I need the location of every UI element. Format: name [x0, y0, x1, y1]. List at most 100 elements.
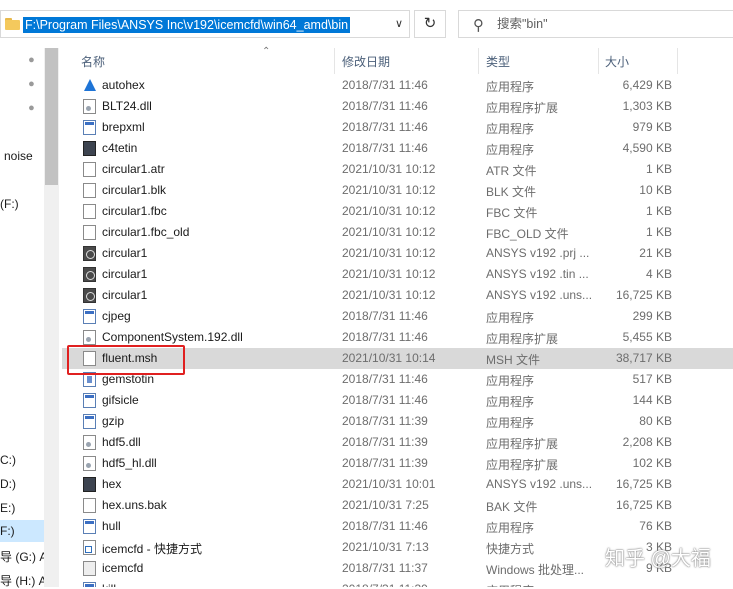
column-date[interactable]: 修改日期	[342, 53, 390, 70]
file-name: icemcfd - 快捷方式	[102, 542, 203, 556]
search-icon: ⚲	[473, 17, 484, 34]
app-file-icon	[83, 309, 96, 324]
file-row[interactable]: hdf5_hl.dll 2018/7/31 11:39 应用程序扩展 102 KB	[62, 453, 733, 474]
file-size: 979 KB	[632, 120, 672, 134]
file-date: 2018/7/31 11:46	[342, 309, 428, 323]
nav-item-d-drive[interactable]: D:)	[0, 477, 16, 491]
file-row[interactable]: autohex 2018/7/31 11:46 应用程序 6,429 KB	[62, 75, 733, 96]
file-date: 2018/7/31 11:37	[342, 561, 428, 575]
navigation-pane: ● ● ● noise (F:) C:) D:) E:) F:) 导 (G:) …	[0, 48, 62, 588]
dll-file-icon	[83, 330, 96, 345]
file-row[interactable]: gifsicle 2018/7/31 11:46 应用程序 144 KB	[62, 390, 733, 411]
ansys-file-icon	[83, 267, 96, 282]
file-row[interactable]: BLT24.dll 2018/7/31 11:46 应用程序扩展 1,303 KB	[62, 96, 733, 117]
file-row[interactable]: circular1.atr 2021/10/31 10:12 ATR 文件 1 KB	[62, 159, 733, 180]
file-row[interactable]: c4tetin 2018/7/31 11:46 应用程序 4,590 KB	[62, 138, 733, 159]
file-size: 1 KB	[645, 225, 672, 239]
file-row[interactable]: circular1.fbc_old 2021/10/31 10:12 FBC_OLD…	[62, 222, 733, 243]
file-row[interactable]: hdf5.dll 2018/7/31 11:39 应用程序扩展 2,208 KB	[62, 432, 733, 453]
dark-file-icon	[83, 477, 96, 492]
file-date: 2021/10/31 10:12	[342, 267, 436, 281]
file-type: 应用程序扩展	[486, 332, 559, 346]
file-size: 16,725 KB	[615, 498, 672, 512]
dll-file-icon	[83, 99, 96, 114]
file-row[interactable]: circular1 2021/10/31 10:12 ANSYS v192 .tin…	[62, 264, 733, 285]
file-name: gzip	[102, 414, 125, 428]
nav-item-c-drive[interactable]: C:)	[0, 453, 16, 467]
file-type: 应用程序	[486, 521, 535, 535]
column-divider[interactable]	[334, 48, 335, 74]
dll-file-icon	[83, 435, 96, 450]
column-divider[interactable]	[478, 48, 479, 74]
file-list: autohex 2018/7/31 11:46 应用程序 6,429 KB BLT24.…	[62, 75, 733, 587]
file-row[interactable]: kill 2018/7/31 11:39 应用程序	[62, 579, 733, 587]
pin-icon: ●	[24, 77, 38, 91]
doc-file-icon	[83, 498, 96, 513]
file-name: BLT24.dll	[102, 99, 152, 113]
file-name: circular1	[102, 288, 148, 302]
file-size: 517 KB	[632, 372, 672, 386]
file-type: FBC 文件	[486, 206, 538, 220]
file-row[interactable]: circular1.blk 2021/10/31 10:12 BLK 文件 10 KB	[62, 180, 733, 201]
file-row[interactable]: circular1 2021/10/31 10:12 ANSYS v192 .uns…	[62, 285, 733, 306]
address-bar[interactable]: F:\Program Files\ANSYS Inc\v192\icemcfd\…	[0, 10, 410, 38]
highlight-annotation	[67, 345, 185, 375]
file-name: cjpeg	[102, 309, 131, 323]
file-type: FBC_OLD 文件	[486, 227, 569, 241]
nav-item-noise[interactable]: noise	[4, 149, 33, 163]
file-row[interactable]: brepxml 2018/7/31 11:46 应用程序 979 KB	[62, 117, 733, 138]
file-size: 144 KB	[632, 393, 672, 407]
file-row[interactable]: hull 2018/7/31 11:46 应用程序 76 KB	[62, 516, 733, 537]
file-name: hull	[102, 519, 121, 533]
file-date: 2021/10/31 10:12	[342, 246, 436, 260]
app-file-icon	[83, 393, 96, 408]
doc-file-icon	[83, 204, 96, 219]
chevron-down-icon[interactable]: ∨	[395, 17, 403, 30]
column-type[interactable]: 类型	[486, 53, 510, 70]
file-type: 应用程序	[486, 80, 535, 94]
file-type: ATR 文件	[486, 164, 537, 178]
search-box[interactable]: ⚲	[458, 10, 733, 38]
file-date: 2018/7/31 11:46	[342, 519, 428, 533]
dll-file-icon	[83, 456, 96, 471]
file-date: 2018/7/31 11:39	[342, 435, 428, 449]
pin-icon: ●	[24, 101, 38, 115]
toolbar: F:\Program Files\ANSYS Inc\v192\icemcfd\…	[0, 0, 733, 48]
file-name: autohex	[102, 78, 145, 92]
app-file-icon	[83, 120, 96, 135]
column-name[interactable]: 名称	[81, 53, 105, 70]
column-size[interactable]: 大小	[605, 53, 629, 70]
file-size: 6,429 KB	[622, 78, 672, 92]
file-name: brepxml	[102, 120, 145, 134]
batch-file-icon	[83, 561, 96, 576]
column-divider[interactable]	[677, 48, 678, 74]
file-row[interactable]: hex 2021/10/31 10:01 ANSYS v192 .uns... 16,…	[62, 474, 733, 495]
column-header: ⌃ 名称 修改日期 类型 大小	[62, 46, 733, 74]
file-row[interactable]: hex.uns.bak 2021/10/31 7:25 BAK 文件 16,725 K…	[62, 495, 733, 516]
file-size: 1 KB	[645, 204, 672, 218]
file-row[interactable]: circular1.fbc 2021/10/31 10:12 FBC 文件 1 KB	[62, 201, 733, 222]
file-row[interactable]: cjpeg 2018/7/31 11:46 应用程序 299 KB	[62, 306, 733, 327]
shortcut-file-icon	[83, 540, 96, 555]
nav-item-e-drive[interactable]: E:)	[0, 501, 15, 515]
file-name: ComponentSystem.192.dll	[102, 330, 243, 344]
autohex-file-icon	[83, 78, 96, 93]
column-divider[interactable]	[598, 48, 599, 74]
file-size: 10 KB	[639, 183, 672, 197]
file-type: ANSYS v192 .prj ...	[486, 246, 590, 260]
address-path[interactable]: F:\Program Files\ANSYS Inc\v192\icemcfd\…	[23, 17, 351, 33]
file-size: 4,590 KB	[622, 141, 672, 155]
file-date: 2021/10/31 7:25	[342, 498, 429, 512]
file-size: 16,725 KB	[615, 288, 672, 302]
refresh-button[interactable]: ↻	[414, 10, 446, 38]
nav-scrollbar-thumb[interactable]	[45, 48, 58, 185]
file-row[interactable]: gzip 2018/7/31 11:39 应用程序 80 KB	[62, 411, 733, 432]
file-date: 2018/7/31 11:39	[342, 582, 428, 587]
file-name: hdf5.dll	[102, 435, 141, 449]
file-date: 2021/10/31 10:01	[342, 477, 436, 491]
nav-item-f-drive[interactable]: (F:)	[0, 197, 19, 211]
nav-item-f-drive-selected[interactable]: F:)	[0, 524, 15, 538]
file-row[interactable]: circular1 2021/10/31 10:12 ANSYS v192 .prj…	[62, 243, 733, 264]
file-type: MSH 文件	[486, 353, 541, 367]
search-input[interactable]	[497, 15, 697, 33]
